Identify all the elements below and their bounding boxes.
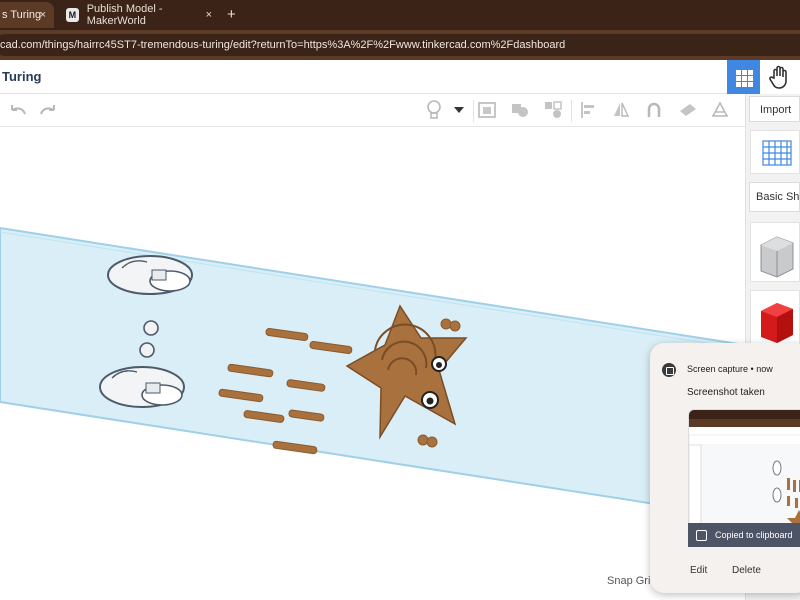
cruise-icon[interactable]	[676, 98, 700, 122]
copied-label: Copied to clipboard	[715, 530, 793, 540]
grid-cell	[748, 76, 753, 81]
undo-icon[interactable]	[6, 98, 30, 122]
address-bar-container: cad.com/things/hairrc45ST7-tremendous-tu…	[0, 30, 800, 60]
grid-cell	[742, 76, 747, 81]
ungroup-icon[interactable]	[541, 98, 565, 122]
grid-cell	[742, 82, 747, 87]
toolbar-divider	[473, 100, 474, 122]
tab-bar: s Turing × M Publish Model - MakerWorld …	[0, 0, 800, 30]
import-button[interactable]: Import	[749, 96, 800, 122]
ruler-shape	[711, 101, 729, 117]
ungroup-shape	[545, 101, 562, 118]
tab-title: s Turing	[2, 9, 42, 21]
toolbar	[0, 94, 745, 127]
close-tab-icon[interactable]: ×	[40, 9, 46, 21]
app-header: Turing	[0, 60, 800, 94]
shoe-object[interactable]	[99, 366, 185, 408]
dropdown-icon[interactable]	[447, 98, 471, 122]
clipboard-icon	[696, 529, 707, 541]
workplane-icon[interactable]	[475, 98, 499, 122]
group-shape	[512, 104, 528, 117]
sim-lab-button[interactable]	[760, 60, 800, 94]
tab-makerworld[interactable]: M Publish Model - MakerWorld ×	[58, 2, 220, 28]
notification-title: Screenshot taken	[687, 387, 765, 398]
caret-down	[454, 107, 464, 113]
tab-title: Publish Model - MakerWorld	[86, 3, 163, 27]
edit-button[interactable]: Edit	[690, 565, 707, 576]
undo-arrow	[11, 105, 26, 115]
magnet-shape	[647, 102, 661, 117]
grid-cell	[736, 82, 741, 87]
align-icon[interactable]	[576, 98, 600, 122]
bulb-shape	[427, 100, 441, 119]
new-tab-button[interactable]: +	[227, 6, 236, 23]
grid-cell	[748, 70, 753, 75]
delete-button[interactable]: Delete	[732, 565, 761, 576]
box-hole-shape-tile[interactable]	[750, 222, 800, 282]
redo-arrow	[40, 105, 55, 115]
toolbar-divider	[571, 100, 572, 122]
close-tab-icon[interactable]: ×	[206, 9, 212, 21]
red-box-icon	[761, 303, 793, 343]
design-title[interactable]: Turing	[2, 69, 41, 84]
light-bulb-icon[interactable]	[422, 98, 446, 122]
address-field[interactable]: cad.com/things/hairrc45ST7-tremendous-tu…	[0, 34, 800, 56]
group-icon[interactable]	[508, 98, 532, 122]
grid-cell	[742, 70, 747, 75]
workplane-scene[interactable]	[0, 127, 746, 600]
3d-design-view-button[interactable]	[727, 60, 760, 94]
grid-icon	[762, 140, 792, 166]
box-shape-tile[interactable]	[750, 290, 800, 346]
copied-to-clipboard-banner: Copied to clipboard	[688, 523, 800, 547]
screenshot-notification[interactable]: Screen capture • now Screenshot taken Co…	[650, 343, 800, 593]
snap-grid-label[interactable]: Snap Gri	[607, 575, 650, 587]
browser-window: s Turing × M Publish Model - MakerWorld …	[0, 0, 800, 600]
grid-cell	[748, 82, 753, 87]
redo-icon[interactable]	[36, 98, 60, 122]
ruler-icon[interactable]	[708, 98, 732, 122]
hole-icon[interactable]	[642, 98, 666, 122]
align-shape	[581, 102, 594, 118]
3d-workplane-canvas[interactable]	[0, 127, 746, 600]
grid-cell	[736, 70, 741, 75]
screen-capture-icon	[662, 363, 676, 377]
notification-source: Screen capture • now	[687, 364, 773, 374]
grid-cell	[736, 76, 741, 81]
mirror-shape	[614, 102, 630, 117]
mirror-icon[interactable]	[609, 98, 633, 122]
shape-category-select[interactable]: Basic Sha	[749, 182, 800, 212]
cruise-shape	[680, 104, 696, 116]
hand-icon	[769, 65, 787, 89]
box-hole-icon	[760, 236, 794, 278]
makerworld-favicon-icon: M	[66, 8, 79, 22]
shoe-object[interactable]	[107, 255, 193, 295]
workplane-tile[interactable]	[750, 130, 800, 174]
workplane-shape	[478, 102, 496, 118]
tab-tinkercad[interactable]: s Turing ×	[0, 2, 54, 28]
